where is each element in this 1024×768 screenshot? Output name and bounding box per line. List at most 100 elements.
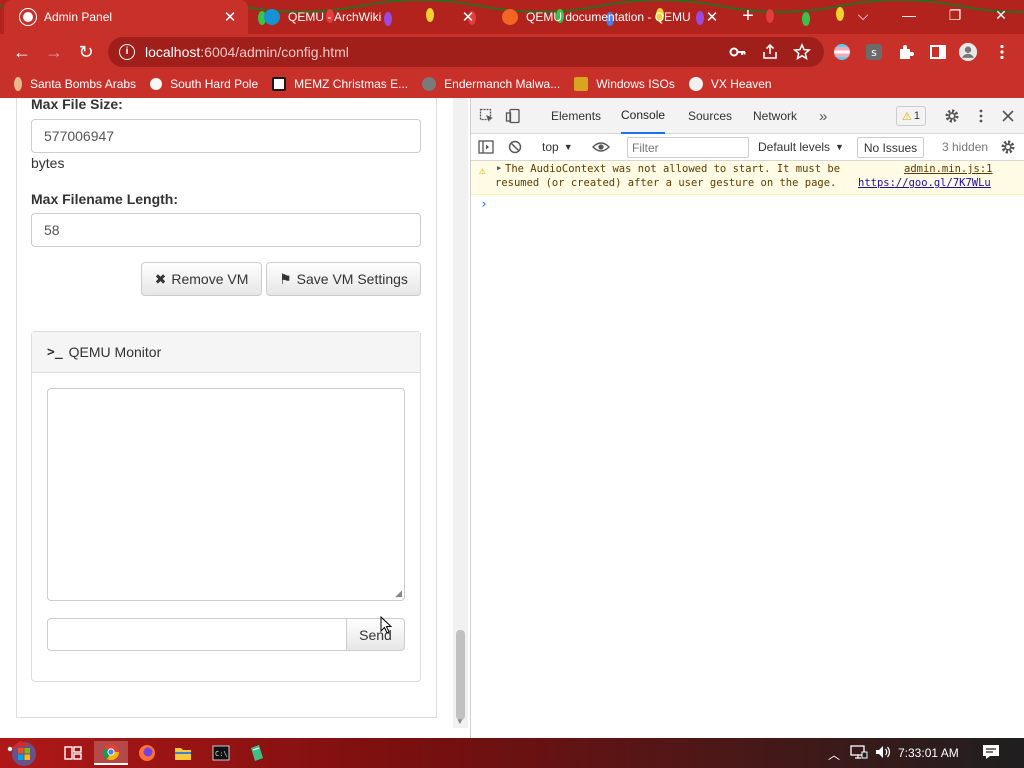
key-icon[interactable]: [728, 42, 748, 62]
tab-close-icon[interactable]: ✕: [704, 8, 720, 26]
console-sidebar-icon[interactable]: [477, 138, 495, 156]
page-scrollbar[interactable]: ▼: [453, 98, 468, 728]
remove-vm-label: Remove VM: [171, 271, 249, 287]
max-filename-length-input[interactable]: 58: [31, 213, 421, 247]
bookmark-memz-christmas[interactable]: MEMZ Christmas E...: [272, 77, 408, 91]
firefox-icon[interactable]: [130, 741, 164, 765]
network-icon[interactable]: [850, 744, 868, 763]
tab-search-dropdown-icon[interactable]: ⌵: [840, 0, 886, 30]
notepad-icon[interactable]: [240, 741, 274, 765]
explorer-icon[interactable]: [166, 741, 200, 765]
device-toolbar-icon[interactable]: [504, 107, 522, 125]
window-close-button[interactable]: ✕: [978, 0, 1024, 30]
console-filter-input[interactable]: Filter: [627, 137, 749, 158]
tab-close-icon[interactable]: ✕: [460, 8, 476, 26]
bookmark-south-hard-pole[interactable]: South Hard Pole: [150, 77, 258, 91]
tab-console[interactable]: Console: [621, 98, 666, 134]
tab-network[interactable]: Network: [753, 98, 797, 134]
start-button-icon[interactable]: [4, 739, 44, 767]
max-file-size-label: Max File Size:: [31, 98, 123, 112]
tab-admin-panel[interactable]: Admin Panel ✕: [4, 0, 248, 34]
devtools-close-icon[interactable]: [999, 107, 1017, 125]
max-filename-length-label: Max Filename Length:: [31, 191, 179, 207]
inspect-element-icon[interactable]: [478, 107, 496, 125]
minimize-button[interactable]: —: [886, 0, 932, 30]
max-file-size-input[interactable]: 577006947: [31, 119, 421, 153]
bookmark-label: Santa Bombs Arabs: [30, 77, 137, 91]
action-center-icon[interactable]: [982, 744, 1000, 763]
console-warning-message[interactable]: ⚠ ▶ The AudioContext was not allowed to …: [471, 161, 1024, 195]
console-prompt[interactable]: ›: [480, 197, 488, 212]
tab-title: QEMU - ArchWiki: [288, 10, 382, 24]
svg-text:s: s: [871, 46, 877, 59]
site-info-icon[interactable]: i: [119, 44, 135, 60]
scrollbar-thumb[interactable]: [456, 630, 465, 720]
forward-button[interactable]: →: [42, 40, 66, 64]
bookmark-windows-isos[interactable]: Windows ISOs: [574, 77, 675, 91]
live-expression-eye-icon[interactable]: [592, 138, 610, 156]
reload-button[interactable]: ↻: [74, 40, 98, 64]
profile-pride-icon[interactable]: [832, 42, 852, 62]
mouse-cursor-icon: [380, 616, 392, 634]
qemu-monitor-command-input[interactable]: [47, 618, 347, 651]
address-bar[interactable]: i localhost:6004/admin/config.html: [108, 37, 824, 67]
qemu-monitor-output[interactable]: ◢: [47, 388, 405, 601]
warning-count-badge[interactable]: ⚠ 1: [896, 106, 926, 126]
bookmark-endermanch-malware[interactable]: Endermanch Malwa...: [422, 77, 560, 91]
bookmark-label: VX Heaven: [710, 77, 772, 91]
chrome-icon[interactable]: [94, 741, 128, 765]
log-levels-value: Default levels: [758, 140, 831, 154]
chevron-down-icon: ▼: [835, 142, 844, 152]
sidebar-icon[interactable]: [928, 42, 948, 62]
tab-sources[interactable]: Sources: [688, 98, 732, 134]
volume-icon[interactable]: [874, 744, 892, 763]
memz-icon: [272, 77, 287, 91]
cmd-icon[interactable]: C:\: [204, 741, 238, 765]
vx-icon: [688, 77, 703, 91]
snowman-icon: [150, 78, 163, 90]
expand-triangle-icon[interactable]: ▶: [497, 164, 501, 172]
new-tab-button[interactable]: +: [738, 5, 758, 29]
clear-console-icon[interactable]: [506, 138, 524, 156]
console-settings-gear-icon[interactable]: [999, 138, 1017, 156]
tab-qemu-documentation[interactable]: QEMU documentation - QEMU ✕: [486, 0, 730, 34]
address-path: :6004/admin/config.html: [200, 44, 349, 60]
tab-strip: Admin Panel ✕ QEMU - ArchWiki ✕ QEMU doc…: [0, 0, 1024, 34]
warning-info-link[interactable]: https://goo.gl/7K7WLu: [858, 177, 991, 189]
show-hidden-icons-chevron-icon[interactable]: ︿: [828, 746, 840, 763]
star-icon[interactable]: [792, 42, 812, 62]
account-icon[interactable]: [958, 42, 978, 62]
bookmark-vx-heaven[interactable]: VX Heaven: [688, 77, 772, 91]
bookmark-santa-bombs-arabs[interactable]: Santa Bombs Arabs: [14, 77, 136, 91]
windows-taskbar: C:\ ︿ 7:33:01 AM: [0, 738, 1024, 768]
extension-s-icon[interactable]: s: [864, 42, 884, 62]
task-view-icon[interactable]: [56, 741, 90, 765]
restore-button[interactable]: ❐: [932, 0, 978, 30]
bomb-icon: [14, 77, 22, 91]
tab-close-icon[interactable]: ✕: [222, 8, 238, 26]
menu-dots-icon[interactable]: [992, 42, 1012, 62]
back-button[interactable]: ←: [10, 40, 34, 64]
tab-qemu-archwiki[interactable]: QEMU - ArchWiki ✕: [248, 0, 486, 34]
chevron-down-icon: ▼: [563, 142, 573, 152]
tab-elements[interactable]: Elements: [551, 98, 601, 134]
save-vm-settings-button[interactable]: ⚑ Save VM Settings: [266, 262, 421, 296]
warning-source-link[interactable]: admin.min.js:1: [904, 163, 993, 175]
puzzle-icon[interactable]: [896, 42, 916, 62]
devtools-menu-icon[interactable]: [972, 107, 990, 125]
remove-vm-button[interactable]: ✖ Remove VM: [141, 262, 262, 296]
share-icon[interactable]: [760, 42, 780, 62]
context-selector[interactable]: top ▼: [542, 140, 573, 154]
issues-button[interactable]: No Issues: [857, 137, 924, 158]
qemu-monitor-title: QEMU Monitor: [68, 344, 162, 360]
log-levels-dropdown[interactable]: Default levels ▼: [758, 140, 844, 154]
send-button[interactable]: Send: [346, 618, 405, 651]
taskbar-clock[interactable]: 7:33:01 AM: [898, 746, 959, 760]
settings-gear-icon[interactable]: [943, 107, 961, 125]
resize-grip-icon[interactable]: ◢: [395, 588, 402, 599]
svg-text:C:\: C:\: [215, 750, 228, 758]
admin-panel-favicon-icon: [20, 9, 36, 25]
more-tabs-icon[interactable]: »: [819, 98, 827, 134]
warning-count: 1: [913, 110, 920, 122]
scroll-down-arrow-icon[interactable]: ▼: [456, 717, 464, 726]
